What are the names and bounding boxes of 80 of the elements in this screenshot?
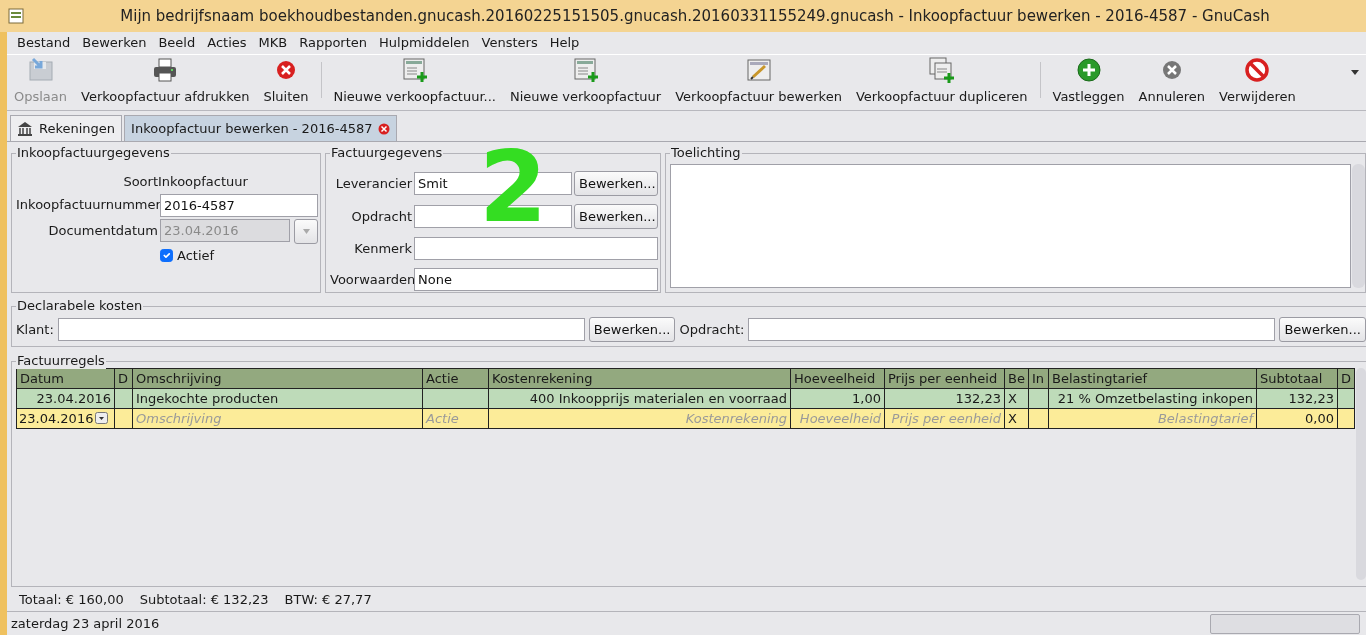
menu-item[interactable]: Bewerken <box>76 33 153 53</box>
document-pencil-icon <box>744 56 773 83</box>
close-icon <box>378 122 391 135</box>
checkbox-label: Actief <box>177 246 215 265</box>
dropdown-icon <box>95 411 109 424</box>
bank-icon <box>17 120 33 137</box>
input-field[interactable]: 2016-4587 <box>160 193 318 217</box>
field-label: Opdracht: <box>679 320 745 339</box>
window-title: Mijn bedrijfsnaam boekhoudbestanden.gnucash.20160225151505.gnucash.20160331155249.gnucash - Inkoopfactuur bewerken - 2016-4587 - GnuCash <box>119 5 1271 27</box>
input-field[interactable]: None <box>414 268 658 291</box>
document-plus-icon <box>571 56 600 83</box>
tab-label: Rekeningen <box>39 119 116 138</box>
toolbar-button[interactable]: Verkoopfactuur bewerken <box>668 56 849 106</box>
column-header[interactable]: Omschrijving <box>132 368 423 389</box>
tab-label: Inkoopfactuur bewerken - 2016-4587 <box>131 119 373 138</box>
input-field[interactable] <box>414 237 658 260</box>
panel-title: Inkoopfactuurgegevens <box>16 145 171 161</box>
tab[interactable]: Inkoopfactuur bewerken - 2016-4587 <box>124 115 398 141</box>
column-header[interactable]: In <box>1028 368 1049 389</box>
field-label: Soort <box>122 173 158 191</box>
checkbox[interactable] <box>160 248 173 262</box>
column-header[interactable]: Kostenrekening <box>488 368 791 389</box>
toolbar-button[interactable]: Sluiten <box>256 56 316 106</box>
column-header[interactable]: Hoeveelheid <box>790 368 885 389</box>
menu-item[interactable]: MKB <box>252 33 294 53</box>
plus-icon <box>1074 56 1103 83</box>
tab[interactable]: Rekeningen <box>10 115 123 141</box>
toolbar-button[interactable]: Verwijderen <box>1212 56 1303 106</box>
toolbar-button[interactable]: Verkoopfactuur dupliceren <box>848 56 1035 106</box>
field-label: Leverancier <box>334 174 412 193</box>
table-cell: 23.04.2016 <box>19 410 94 426</box>
documents-plus-icon <box>927 56 956 83</box>
field-label: Kenmerk <box>353 239 412 258</box>
column-header[interactable]: Subtotaal <box>1256 368 1338 389</box>
field-label: Klant: <box>16 320 54 339</box>
input-field[interactable] <box>57 318 585 341</box>
edit-button[interactable]: Bewerken... <box>574 171 658 196</box>
floppy-icon <box>26 56 55 83</box>
document-plus-icon <box>400 56 429 83</box>
menu-item[interactable]: Acties <box>201 33 253 53</box>
column-header[interactable]: Belastingtarief <box>1048 368 1257 389</box>
column-header[interactable]: Actie <box>422 368 489 389</box>
menu-item[interactable]: Hulpmiddelen <box>373 33 476 53</box>
panel-title: Factuurgegevens <box>330 145 444 161</box>
edit-button[interactable]: Bewerken... <box>588 317 676 342</box>
app-icon <box>8 8 24 24</box>
toolbar-button[interactable]: Vastleggen <box>1045 56 1132 106</box>
toolbar-button[interactable]: Verkoopfactuur afdrukken <box>74 56 257 106</box>
toolbar-button[interactable]: Nieuwe verkoopfactuur <box>502 56 669 106</box>
total-text: Subtotaal: € 132,23 <box>139 591 269 610</box>
total-text: Totaal: € 160,00 <box>19 591 124 610</box>
toolbar-button[interactable]: Nieuwe verkoopfactuur... <box>326 56 503 106</box>
menu-item[interactable]: Beeld <box>152 33 202 53</box>
panel-title: Factuurregels <box>16 353 106 369</box>
caret-icon <box>302 229 310 235</box>
edit-button[interactable]: Bewerken... <box>1279 317 1366 342</box>
field-label: Inkoopfactuurnummer <box>16 196 158 215</box>
column-header[interactable]: Prijs per eenheid <box>884 368 1005 389</box>
menu-item[interactable]: Bestand <box>11 33 77 53</box>
panel-title: Toelichting <box>670 145 742 161</box>
column-header[interactable]: Datum <box>16 368 115 389</box>
field-label: Voorwaarden <box>330 270 412 289</box>
scrollbar[interactable] <box>1356 368 1366 580</box>
total-text: BTW: € 27,77 <box>284 591 372 610</box>
date-field: 23.04.2016 <box>160 218 290 242</box>
field-label: Opdracht <box>350 207 412 226</box>
input-field[interactable] <box>748 318 1276 341</box>
overflow-arrow-icon <box>1350 68 1360 76</box>
field-value: Inkoopfactuur <box>158 173 249 191</box>
menu-item[interactable]: Rapporten <box>293 33 374 53</box>
menu-item[interactable]: Vensters <box>475 33 544 53</box>
scrollbar[interactable] <box>1352 164 1365 288</box>
status-text: zaterdag 23 april 2016 <box>11 614 160 633</box>
field-label: Documentdatum <box>47 222 158 241</box>
no-entry-icon <box>1243 56 1272 83</box>
table-cell: 23.04.2016 <box>16 388 115 409</box>
menu-item[interactable]: Help <box>543 33 586 53</box>
toolbar-button[interactable]: Annuleren <box>1131 56 1213 106</box>
edit-button[interactable]: Bewerken... <box>574 204 658 229</box>
column-header[interactable]: Be <box>1004 368 1029 389</box>
